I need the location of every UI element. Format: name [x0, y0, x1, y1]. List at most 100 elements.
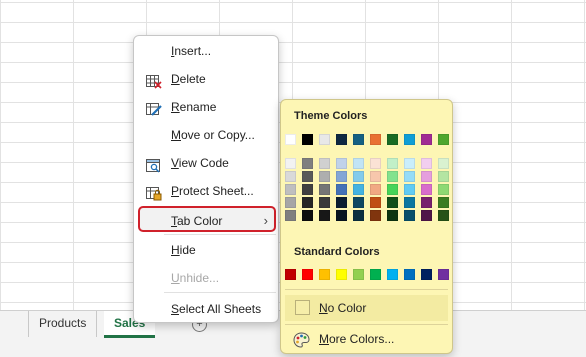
menu-item-label: Rename: [171, 100, 217, 114]
theme-shade-swatch[interactable]: [370, 171, 381, 182]
theme-shade-swatch[interactable]: [421, 184, 432, 195]
theme-color-swatch[interactable]: [285, 134, 296, 145]
no-color-label: No Color: [319, 301, 367, 315]
menu-item-select-all-sheets[interactable]: Select All Sheets: [138, 296, 276, 322]
theme-shade-swatch[interactable]: [302, 210, 313, 221]
theme-shade-swatch[interactable]: [438, 184, 449, 195]
menu-item-view-code[interactable]: View Code: [138, 150, 276, 176]
menu-item-move-or-copy[interactable]: Move or Copy...: [138, 122, 276, 148]
theme-shade-swatch[interactable]: [421, 197, 432, 208]
theme-shade-swatch[interactable]: [404, 171, 415, 182]
theme-shade-swatch[interactable]: [302, 197, 313, 208]
standard-color-swatch[interactable]: [438, 269, 449, 280]
menu-item-unhide: Unhide...: [138, 265, 276, 291]
theme-color-swatch[interactable]: [353, 134, 364, 145]
menu-item-label: Tab Color: [171, 214, 223, 228]
theme-shade-swatch[interactable]: [353, 184, 364, 195]
theme-shade-swatch[interactable]: [285, 158, 296, 169]
standard-color-swatch[interactable]: [404, 269, 415, 280]
theme-shade-swatch[interactable]: [336, 184, 347, 195]
standard-color-swatch[interactable]: [370, 269, 381, 280]
theme-color-swatch[interactable]: [404, 134, 415, 145]
standard-color-swatch[interactable]: [285, 269, 296, 280]
menu-item-label: View Code: [171, 156, 229, 170]
theme-shade-swatch[interactable]: [319, 184, 330, 195]
more-colors-label: More Colors...: [319, 332, 395, 346]
theme-shade-swatch[interactable]: [319, 197, 330, 208]
theme-shade-swatch[interactable]: [404, 158, 415, 169]
standard-color-swatch[interactable]: [353, 269, 364, 280]
theme-shade-swatch[interactable]: [370, 158, 381, 169]
menu-item-label: Move or Copy...: [171, 128, 255, 142]
theme-shade-swatch[interactable]: [319, 171, 330, 182]
theme-shade-swatch[interactable]: [438, 171, 449, 182]
theme-shade-swatch[interactable]: [370, 210, 381, 221]
theme-shade-swatch[interactable]: [336, 158, 347, 169]
sheet-tab-products[interactable]: Products: [28, 311, 98, 337]
theme-shade-swatch[interactable]: [285, 197, 296, 208]
menu-item-label: Unhide...: [171, 271, 220, 285]
tab-color-submenu: Theme Colors Standard Colors No Color Mo…: [280, 99, 453, 354]
theme-shade-swatch[interactable]: [336, 171, 347, 182]
no-color-item[interactable]: No Color: [285, 295, 448, 321]
view-code-icon: [146, 156, 162, 173]
theme-shade-swatch[interactable]: [404, 184, 415, 195]
theme-shade-swatch[interactable]: [438, 197, 449, 208]
theme-shade-swatch[interactable]: [285, 171, 296, 182]
theme-shade-swatch[interactable]: [438, 158, 449, 169]
theme-shade-swatch[interactable]: [353, 197, 364, 208]
menu-item-rename[interactable]: Rename: [138, 94, 276, 120]
theme-shade-swatch[interactable]: [353, 210, 364, 221]
menu-item-tab-color[interactable]: Tab Color ›: [138, 206, 276, 232]
theme-shade-swatch[interactable]: [438, 210, 449, 221]
theme-color-swatch[interactable]: [438, 134, 449, 145]
theme-shade-swatch[interactable]: [387, 197, 398, 208]
theme-shade-swatch[interactable]: [404, 210, 415, 221]
more-colors-item[interactable]: More Colors...: [285, 326, 448, 352]
theme-shade-swatch[interactable]: [285, 184, 296, 195]
theme-shade-swatch[interactable]: [302, 158, 313, 169]
theme-shade-swatch[interactable]: [421, 158, 432, 169]
menu-item-label: Insert...: [171, 44, 212, 58]
theme-shade-swatch[interactable]: [387, 210, 398, 221]
sheet-context-menu: Insert... Delete Rename Move or Copy... …: [133, 35, 279, 323]
theme-shade-swatch[interactable]: [336, 197, 347, 208]
theme-color-swatch[interactable]: [370, 134, 381, 145]
menu-item-hide[interactable]: Hide: [138, 237, 276, 263]
standard-color-swatch[interactable]: [421, 269, 432, 280]
menu-item-insert[interactable]: Insert...: [138, 38, 276, 64]
theme-shade-swatch[interactable]: [302, 171, 313, 182]
standard-color-swatch[interactable]: [302, 269, 313, 280]
menu-item-label: Protect Sheet...: [171, 184, 254, 198]
theme-shade-swatch[interactable]: [353, 171, 364, 182]
theme-shade-swatch[interactable]: [336, 210, 347, 221]
theme-color-swatch[interactable]: [302, 134, 313, 145]
theme-shade-swatch[interactable]: [370, 184, 381, 195]
standard-color-swatch[interactable]: [387, 269, 398, 280]
standard-color-swatch[interactable]: [336, 269, 347, 280]
delete-sheet-icon: [146, 72, 162, 89]
theme-shade-swatch[interactable]: [421, 210, 432, 221]
theme-shade-swatch[interactable]: [387, 171, 398, 182]
standard-colors-heading: Standard Colors: [294, 246, 380, 258]
theme-shade-swatch[interactable]: [353, 158, 364, 169]
theme-color-swatch[interactable]: [421, 134, 432, 145]
menu-separator: [164, 292, 276, 293]
theme-shade-swatch[interactable]: [421, 171, 432, 182]
standard-color-swatch[interactable]: [319, 269, 330, 280]
theme-shade-swatch[interactable]: [387, 158, 398, 169]
theme-color-swatch[interactable]: [319, 134, 330, 145]
menu-item-protect-sheet[interactable]: Protect Sheet...: [138, 178, 276, 204]
theme-shade-swatch[interactable]: [404, 197, 415, 208]
protect-sheet-icon: [146, 184, 162, 201]
menu-item-delete[interactable]: Delete: [138, 66, 276, 92]
theme-shade-swatch[interactable]: [302, 184, 313, 195]
theme-color-swatch[interactable]: [387, 134, 398, 145]
theme-shade-swatch[interactable]: [387, 184, 398, 195]
theme-shade-swatch[interactable]: [319, 210, 330, 221]
theme-color-swatch[interactable]: [336, 134, 347, 145]
theme-shade-swatch[interactable]: [370, 197, 381, 208]
theme-colors-heading: Theme Colors: [294, 110, 368, 122]
theme-shade-swatch[interactable]: [285, 210, 296, 221]
theme-shade-swatch[interactable]: [319, 158, 330, 169]
